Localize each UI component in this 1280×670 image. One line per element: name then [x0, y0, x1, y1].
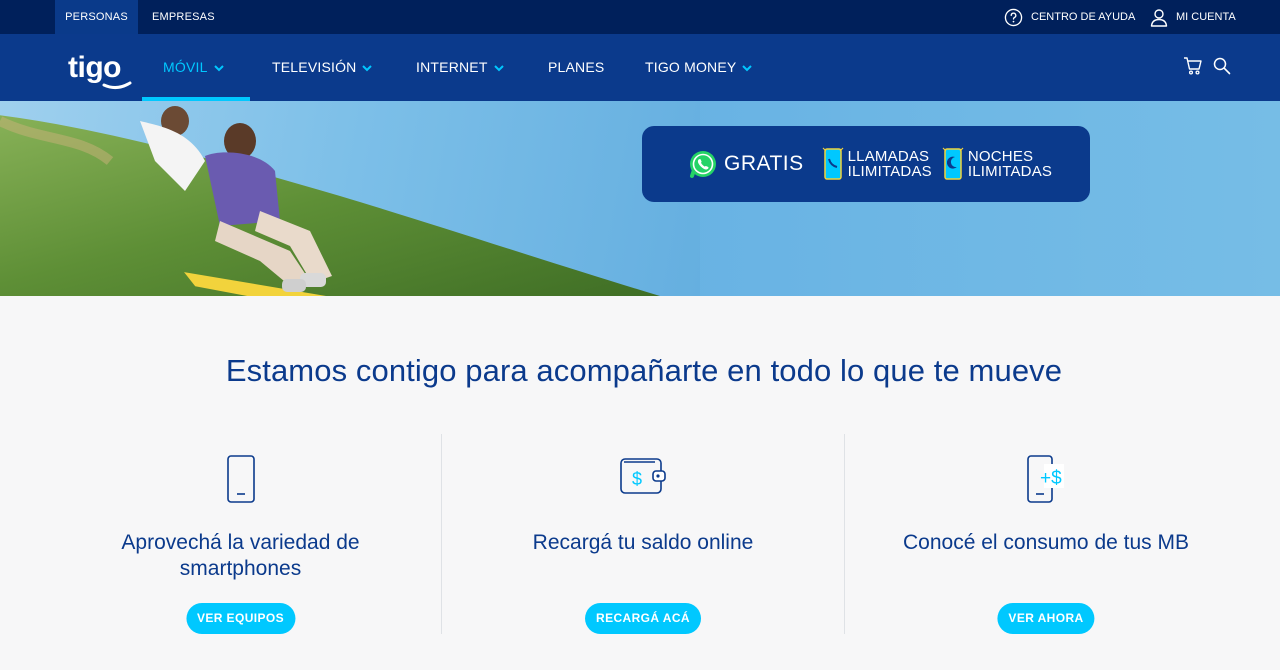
segment-empresas[interactable]: EMPRESAS: [152, 0, 215, 34]
phone-calls-icon: [822, 147, 844, 180]
recarga-aca-button[interactable]: RECARGÁ ACÁ: [585, 603, 701, 634]
tigo-logo[interactable]: tigo: [66, 44, 136, 92]
hero-banner[interactable]: GRATIS LLAMADAS ILIMITADAS NOCHES ILIMIT…: [0, 101, 1280, 296]
user-icon: [1150, 8, 1168, 27]
hero-image: [0, 106, 660, 296]
utility-bar: PERSONAS EMPRESAS CENTRO DE AYUDA MI CUE…: [0, 0, 1280, 34]
feature-consumo: +$ Conocé el consumo de tus MB VER AHORA: [845, 434, 1247, 634]
feature-recarga-title: Recargá tu saldo online: [532, 531, 754, 554]
help-center-label: CENTRO DE AYUDA: [1031, 11, 1136, 23]
whatsapp-icon: [690, 151, 716, 178]
feature-recarga: $ Recargá tu saldo online RECARGÁ ACÁ: [442, 434, 844, 634]
phone-night-icon: [942, 147, 964, 180]
help-center-link[interactable]: CENTRO DE AYUDA: [1004, 0, 1135, 34]
nav-tigo-money[interactable]: TIGO MONEY: [645, 34, 753, 101]
segment-personas[interactable]: PERSONAS: [55, 0, 138, 34]
page-headline: Estamos contigo para acompañarte en todo…: [225, 353, 1063, 388]
cart-icon[interactable]: [1183, 56, 1203, 76]
phone-balance-icon: +$: [1027, 455, 1064, 503]
feature-smartphones-title: Aprovechá la variedad de smartphones: [121, 531, 360, 580]
nav-internet-label: INTERNET: [416, 59, 488, 75]
nav-tigo-money-label: TIGO MONEY: [645, 59, 737, 75]
feature-smartphones: Aprovechá la variedad de smartphones VER…: [40, 434, 441, 634]
help-circle-icon: [1004, 8, 1023, 26]
nav-movil[interactable]: MÓVIL: [163, 34, 225, 101]
svg-text:tigo: tigo: [68, 51, 121, 84]
nav-movil-label: MÓVIL: [163, 59, 208, 75]
search-icon[interactable]: [1212, 56, 1232, 76]
chevron-down-icon: [742, 64, 753, 71]
chevron-down-icon: [362, 64, 373, 71]
ver-ahora-button[interactable]: VER AHORA: [997, 603, 1095, 634]
promo-banner[interactable]: GRATIS LLAMADAS ILIMITADAS NOCHES ILIMIT…: [642, 126, 1090, 202]
nav-planes-label: PLANES: [548, 59, 605, 75]
svg-text:+$: +$: [1040, 468, 1062, 489]
my-account-link[interactable]: MI CUENTA: [1150, 0, 1236, 34]
feature-consumo-title: Conocé el consumo de tus MB: [903, 531, 1189, 554]
my-account-label: MI CUENTA: [1176, 11, 1236, 23]
promo-gratis: GRATIS: [724, 152, 804, 175]
ver-equipos-button[interactable]: VER EQUIPOS: [185, 603, 296, 634]
svg-text:$: $: [632, 469, 642, 489]
chevron-down-icon: [493, 64, 504, 71]
chevron-down-icon: [213, 64, 224, 71]
nav-television-label: TELEVISIÓN: [272, 59, 357, 75]
wallet-icon: $: [620, 458, 666, 494]
main-navigation: tigo MÓVIL TELEVISIÓN INTERNET PLANES TI…: [0, 34, 1280, 101]
nav-internet[interactable]: INTERNET: [416, 34, 505, 101]
promo-llamadas: LLAMADAS ILIMITADAS: [847, 148, 932, 180]
nav-planes[interactable]: PLANES: [548, 34, 604, 101]
smartphone-icon: [226, 455, 255, 503]
promo-noches: NOCHES ILIMITADAS: [967, 148, 1053, 180]
nav-television[interactable]: TELEVISIÓN: [272, 34, 373, 101]
